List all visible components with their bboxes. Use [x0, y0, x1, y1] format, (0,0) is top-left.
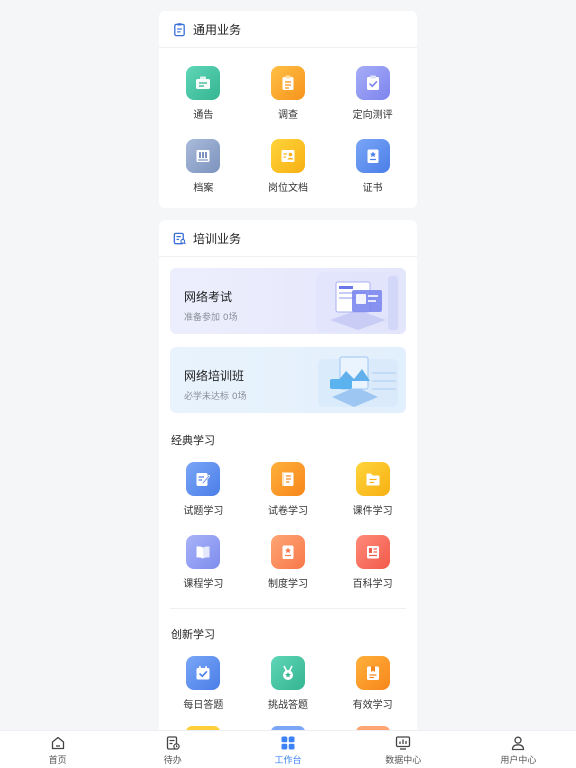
question-study-entry[interactable]: 试题学习 [161, 462, 246, 517]
todo-icon [166, 736, 180, 750]
question-study-label: 试题学习 [183, 506, 224, 517]
tab-data-center-label: 数据中心 [385, 756, 422, 766]
online-training-banner[interactable]: 网络培训班 必学未达标 0场 [170, 347, 406, 413]
survey-label: 调查 [277, 110, 298, 121]
encyclopedia-icon [366, 546, 379, 559]
online-training-title: 网络培训班 [184, 369, 245, 383]
exam-illustration-icon [316, 272, 400, 332]
general-business-grid: 通告 调查 定向测评 档案 岗位文档 证书 [159, 48, 417, 194]
course-study-label: 课程学习 [183, 579, 224, 590]
tab-todo[interactable]: 待办 [115, 731, 230, 768]
evaluation-label: 定向测评 [352, 110, 393, 121]
paper-study-entry[interactable]: 试卷学习 [246, 462, 331, 517]
classic-learning-title: 经典学习 [171, 434, 215, 447]
general-business-header: 通用业务 [159, 11, 417, 48]
survey-icon [282, 75, 294, 90]
data-center-icon [396, 736, 411, 750]
archive-icon [196, 150, 210, 162]
workbench-scroll[interactable]: 通用业务 通告 调查 定向测评 档案 岗位文档 证书 培训业务 网络考试 准备参… [0, 0, 576, 730]
certificate-label: 证书 [362, 183, 383, 194]
course-study-entry[interactable]: 课程学习 [161, 535, 246, 590]
tab-user-center-label: 用户中心 [500, 756, 537, 766]
general-business-card: 通用业务 通告 调查 定向测评 档案 岗位文档 证书 [159, 11, 417, 208]
online-exam-title: 网络考试 [184, 290, 233, 304]
bottom-tab-bar: 首页 待办 工作台 数据中心 用户中心 [0, 730, 576, 768]
regulation-study-label: 制度学习 [267, 579, 308, 590]
archive-entry[interactable]: 档案 [161, 139, 246, 194]
tab-user-center[interactable]: 用户中心 [461, 731, 576, 768]
challenge-medal-icon [282, 665, 293, 680]
job-document-label: 岗位文档 [267, 183, 308, 194]
tab-workbench-label: 工作台 [274, 756, 302, 766]
training-illustration-icon [318, 356, 398, 407]
courseware-study-label: 课件学习 [352, 506, 393, 517]
certificate-icon [367, 149, 379, 163]
encyclopedia-study-label: 百科学习 [352, 579, 393, 590]
notice-entry[interactable]: 通告 [161, 66, 246, 121]
effective-study-icon [366, 666, 379, 680]
notice-icon [196, 76, 211, 89]
training-business-card: 培训业务 网络考试 准备参加 0场 网络培训班 必学未达标 0场 经典学习 试题… [159, 220, 417, 730]
effective-study-label: 有效学习 [352, 700, 393, 711]
classic-learning-grid: 试题学习 试卷学习 课件学习 课程学习 制度学习 百科学习 [159, 462, 417, 590]
challenge-quiz-label: 挑战答题 [267, 700, 308, 711]
tab-home[interactable]: 首页 [0, 731, 115, 768]
encyclopedia-study-entry[interactable]: 百科学习 [330, 535, 415, 590]
challenge-quiz-entry[interactable]: 挑战答题 [246, 656, 331, 711]
clipboard-icon [171, 21, 187, 37]
regulation-study-entry[interactable]: 制度学习 [246, 535, 331, 590]
daily-quiz-label: 每日答题 [183, 700, 224, 711]
workbench-icon [281, 736, 295, 750]
courseware-icon [366, 473, 380, 486]
innovation-learning-grid: 每日答题 挑战答题 有效学习 [159, 656, 417, 711]
archive-label: 档案 [193, 183, 214, 194]
training-business-header: 培训业务 [159, 220, 417, 257]
job-document-icon [281, 150, 295, 162]
effective-study-entry[interactable]: 有效学习 [330, 656, 415, 711]
notice-label: 通告 [193, 110, 214, 121]
innovation-learning-title: 创新学习 [171, 628, 215, 641]
evaluation-entry[interactable]: 定向测评 [330, 66, 415, 121]
user-center-icon [512, 736, 525, 751]
home-icon [51, 736, 64, 750]
training-doc-icon [171, 230, 187, 246]
job-document-entry[interactable]: 岗位文档 [246, 139, 331, 194]
paper-study-icon [281, 472, 294, 486]
online-exam-banner[interactable]: 网络考试 准备参加 0场 [170, 268, 406, 334]
tab-workbench[interactable]: 工作台 [230, 731, 345, 768]
certificate-entry[interactable]: 证书 [330, 139, 415, 194]
training-business-title: 培训业务 [193, 231, 242, 246]
courseware-study-entry[interactable]: 课件学习 [330, 462, 415, 517]
regulation-icon [282, 545, 294, 559]
tab-home-label: 首页 [48, 756, 67, 766]
daily-quiz-icon [196, 666, 210, 680]
course-book-icon [196, 546, 210, 559]
paper-study-label: 试卷学习 [267, 506, 308, 517]
tab-todo-label: 待办 [163, 756, 182, 766]
online-training-subtitle: 必学未达标 0场 [184, 392, 247, 402]
online-exam-subtitle: 准备参加 0场 [184, 313, 238, 323]
daily-quiz-entry[interactable]: 每日答题 [161, 656, 246, 711]
question-study-icon [196, 473, 211, 486]
tab-data-center[interactable]: 数据中心 [346, 731, 461, 768]
general-business-title: 通用业务 [193, 22, 242, 37]
survey-entry[interactable]: 调查 [246, 66, 331, 121]
section-divider [170, 608, 406, 609]
evaluation-icon [366, 75, 379, 90]
